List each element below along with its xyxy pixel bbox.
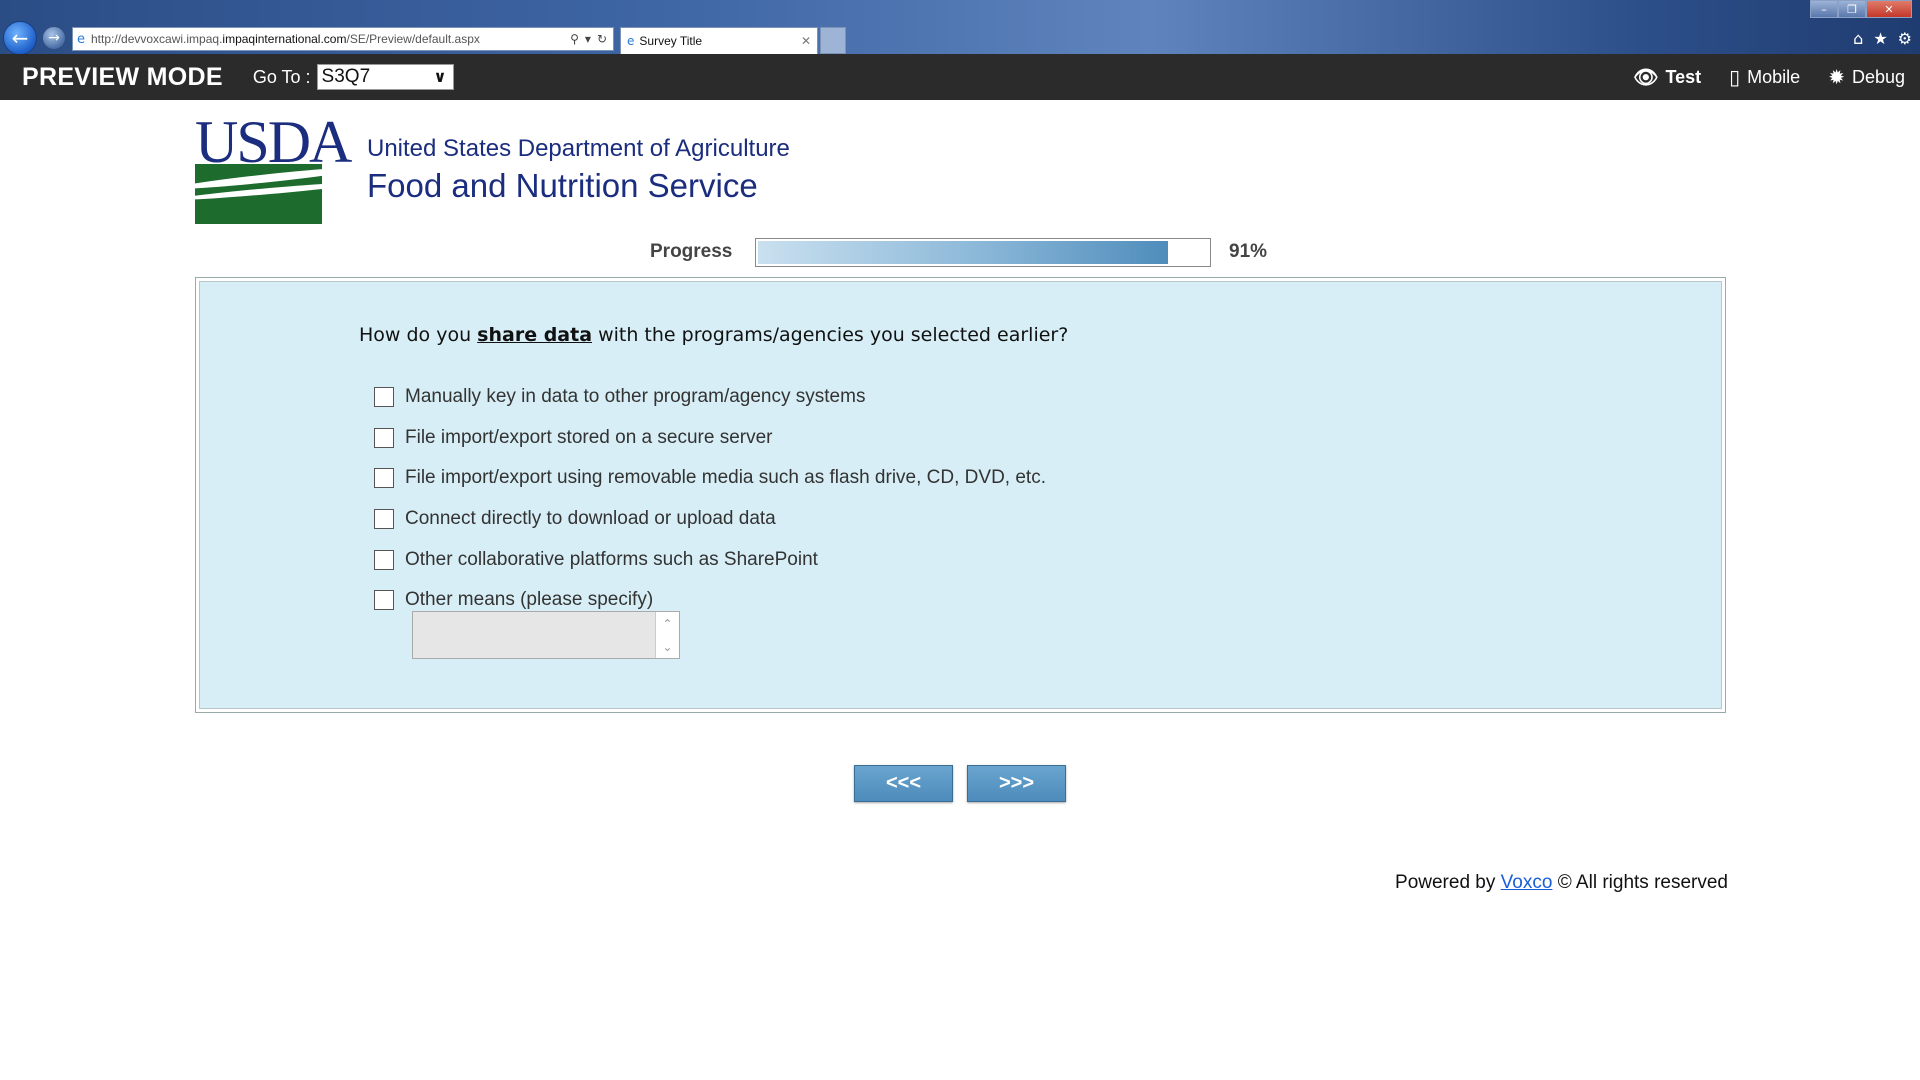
preview-mode-title: PREVIEW MODE xyxy=(22,62,223,91)
forward-arrow-icon[interactable]: → xyxy=(42,26,66,50)
goto-select[interactable]: S3Q7 ∨ xyxy=(316,64,454,90)
other-specify-textarea[interactable]: ⌃ ⌄ xyxy=(412,611,680,659)
option-label[interactable]: Connect directly to download or upload d… xyxy=(405,508,776,530)
checkbox[interactable] xyxy=(374,387,394,408)
usda-landscape-graphic xyxy=(195,164,322,224)
browser-toolbar: ⌂ ★ ⚙ xyxy=(1853,29,1912,48)
ie-page-icon: e xyxy=(77,31,85,47)
refresh-icon[interactable]: ↻ xyxy=(597,32,607,46)
checkbox[interactable] xyxy=(374,509,394,530)
question-text: How do you share data with the programs/… xyxy=(359,324,1069,346)
option-row[interactable]: File import/export stored on a secure se… xyxy=(374,418,1046,459)
debug-mode-label: Debug xyxy=(1851,66,1905,87)
gear-icon[interactable]: ⚙ xyxy=(1898,29,1912,48)
back-arrow-icon[interactable]: ← xyxy=(3,21,37,55)
dropdown-icon[interactable]: ▾ xyxy=(585,32,591,46)
goto-label: Go To : xyxy=(252,66,311,87)
usda-wordmark: USDA xyxy=(195,109,352,175)
browser-tab[interactable]: e Survey Title ✕ xyxy=(620,27,818,54)
progress-label: Progress xyxy=(650,241,733,262)
minimize-icon[interactable]: – xyxy=(1810,0,1838,18)
mobile-mode-label: Mobile xyxy=(1747,66,1801,87)
voxco-link[interactable]: Voxco xyxy=(1501,872,1553,893)
eye-icon: 👁 xyxy=(1633,65,1659,89)
next-button[interactable]: >>> xyxy=(967,765,1066,802)
browser-chrome: ← → e http://devvoxcawi.impaq.impaqinter… xyxy=(0,0,1920,55)
powered-by-text: Powered by xyxy=(1395,872,1501,893)
checkbox[interactable] xyxy=(374,468,394,489)
address-url[interactable]: http://devvoxcawi.impaq.impaqinternation… xyxy=(91,32,570,46)
chevron-down-icon: ∨ xyxy=(433,67,447,86)
option-row[interactable]: Manually key in data to other program/ag… xyxy=(374,377,1046,418)
checkbox[interactable] xyxy=(374,427,394,448)
bug-icon: ✹ xyxy=(1828,65,1845,89)
mobile-phone-icon: ▯ xyxy=(1729,65,1741,89)
maximize-icon[interactable]: ❐ xyxy=(1838,0,1866,18)
question-panel: How do you share data with the programs/… xyxy=(195,277,1726,713)
option-label[interactable]: File import/export using removable media… xyxy=(405,467,1046,489)
rights-text: © All rights reserved xyxy=(1552,872,1728,893)
close-window-icon[interactable]: ✕ xyxy=(1866,0,1912,18)
test-mode-link[interactable]: 👁 Test xyxy=(1633,65,1701,89)
usda-fns-logo: USDA United States Department of Agricul… xyxy=(195,112,795,226)
scroll-up-icon[interactable]: ⌃ xyxy=(662,617,672,631)
option-label[interactable]: Other means (please specify) xyxy=(405,589,653,611)
close-tab-icon[interactable]: ✕ xyxy=(801,34,817,48)
option-label[interactable]: Other collaborative platforms such as Sh… xyxy=(405,549,818,571)
footer: Powered by Voxco © All rights reserved xyxy=(1395,872,1728,894)
question-highlight: share data xyxy=(477,324,593,346)
goto-value: S3Q7 xyxy=(321,66,371,87)
progress-bar xyxy=(755,238,1211,267)
new-tab-button[interactable] xyxy=(820,27,846,54)
address-bar[interactable]: e http://devvoxcawi.impaq.impaqinternati… xyxy=(72,27,614,51)
preview-bar: PREVIEW MODE Go To : S3Q7 ∨ 👁 Test ▯ Mob… xyxy=(0,54,1920,100)
mobile-mode-link[interactable]: ▯ Mobile xyxy=(1729,65,1800,89)
scroll-down-icon[interactable]: ⌄ xyxy=(662,640,672,654)
home-icon[interactable]: ⌂ xyxy=(1853,29,1863,48)
option-row[interactable]: File import/export using removable media… xyxy=(374,458,1046,499)
textarea-scrollbar[interactable]: ⌃ ⌄ xyxy=(655,612,679,658)
answer-options: Manually key in data to other program/ag… xyxy=(374,377,1046,621)
option-label[interactable]: File import/export stored on a secure se… xyxy=(405,427,773,449)
progress-fill xyxy=(758,241,1168,264)
ie-tab-icon: e xyxy=(627,34,635,48)
progress-percent: 91% xyxy=(1229,241,1268,262)
checkbox[interactable] xyxy=(374,549,394,570)
tab-title: Survey Title xyxy=(639,34,703,48)
debug-mode-link[interactable]: ✹ Debug xyxy=(1828,65,1905,89)
search-icon[interactable]: ⚲ xyxy=(570,32,579,46)
previous-button[interactable]: <<< xyxy=(854,765,953,802)
agency-name-line1: United States Department of Agriculture xyxy=(367,135,790,162)
test-mode-label: Test xyxy=(1665,66,1702,87)
option-label[interactable]: Manually key in data to other program/ag… xyxy=(405,386,865,408)
option-row[interactable]: Other collaborative platforms such as Sh… xyxy=(374,539,1046,580)
option-row[interactable]: Connect directly to download or upload d… xyxy=(374,499,1046,540)
star-icon[interactable]: ★ xyxy=(1873,29,1887,48)
agency-name-line2: Food and Nutrition Service xyxy=(367,167,758,204)
window-controls: – ❐ ✕ xyxy=(1810,0,1912,18)
checkbox[interactable] xyxy=(374,590,394,611)
